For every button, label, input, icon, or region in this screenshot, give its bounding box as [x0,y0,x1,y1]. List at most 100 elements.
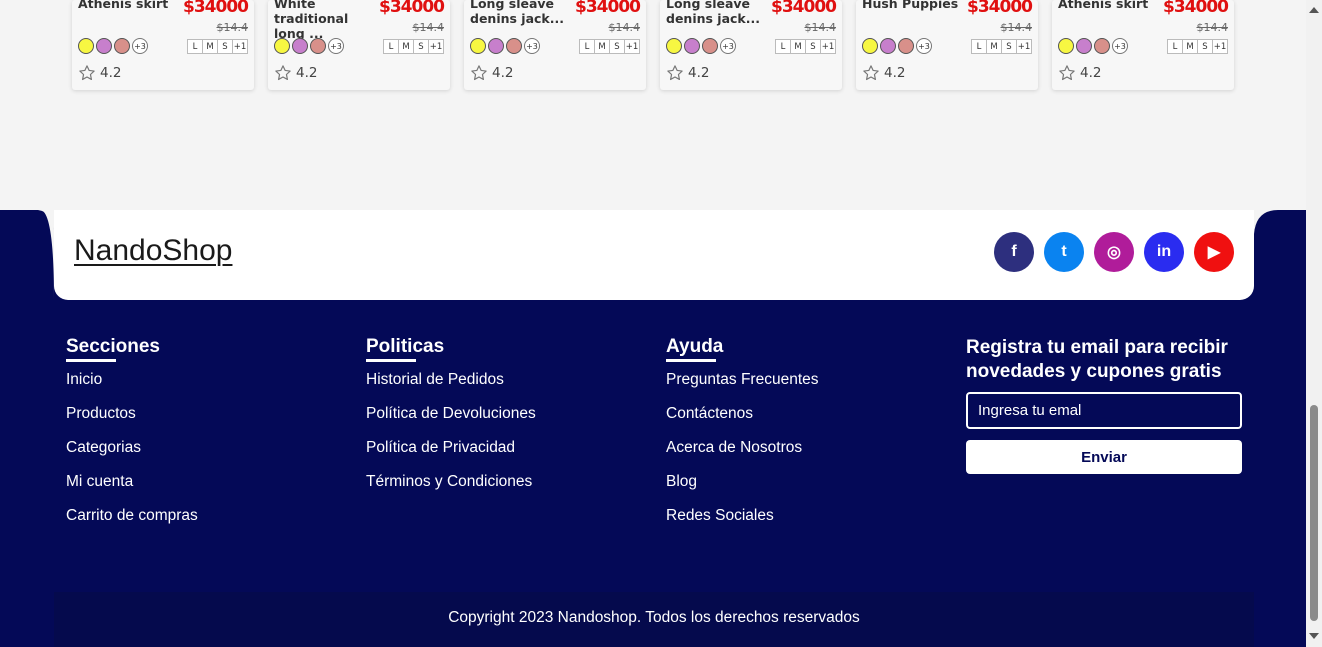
star-icon [1059,65,1075,81]
product-name[interactable]: Hush Puppies [862,0,974,11]
footer-link-help[interactable]: Acerca de Nosotros [666,438,819,472]
youtube-icon[interactable]: ▶ [1194,232,1234,272]
color-swatch[interactable] [96,38,112,54]
product-card[interactable]: White traditional long ... $34000 $14.4 +3 L… [268,0,450,90]
size-option[interactable]: S [805,39,821,54]
size-option[interactable]: L [971,39,987,54]
size-option[interactable]: S [1001,39,1017,54]
footer-link-sections[interactable]: Mi cuenta [66,472,198,506]
linkedin-icon[interactable]: in [1144,232,1184,272]
footer-link-help[interactable]: Contáctenos [666,404,819,438]
footer-link-policies[interactable]: Términos y Condiciones [366,472,536,506]
color-swatch[interactable] [470,38,486,54]
twitter-icon[interactable]: t [1044,232,1084,272]
product-card[interactable]: Athenis skirt $34000 $14.4 +3 L M S +1 4.2 [1052,0,1234,90]
more-colors-badge[interactable]: +3 [132,38,148,54]
size-option[interactable]: L [775,39,791,54]
size-option[interactable]: M [1182,39,1198,54]
star-icon [471,65,487,81]
color-swatch[interactable] [862,38,878,54]
color-swatch[interactable] [898,38,914,54]
footer-link-policies[interactable]: Política de Privacidad [366,438,536,472]
size-options: L M S +1 [971,39,1032,54]
color-swatch[interactable] [702,38,718,54]
product-card[interactable]: Athenis skirt $34000 $14.4 +3 L M S +1 4.2 [72,0,254,90]
footer-right-corner [1254,210,1306,300]
footer-link-policies[interactable]: Historial de Pedidos [366,370,536,404]
size-options: L M S +1 [579,39,640,54]
size-option[interactable]: +1 [428,39,444,54]
size-option[interactable]: S [413,39,429,54]
footer-brand-band: NandoShop f t ◎ in ▶ [54,210,1254,300]
size-option[interactable]: S [609,39,625,54]
color-swatch[interactable] [1076,38,1092,54]
facebook-icon[interactable]: f [994,232,1034,272]
color-swatches: +3 [78,38,148,54]
size-option[interactable]: +1 [820,39,836,54]
product-rating: 4.2 [78,64,121,82]
color-swatch[interactable] [684,38,700,54]
product-name[interactable]: Long sleave denins jack... [470,0,582,26]
more-colors-badge[interactable]: +3 [1112,38,1128,54]
size-option[interactable]: L [579,39,595,54]
size-option[interactable]: M [398,39,414,54]
size-option[interactable]: +1 [624,39,640,54]
footer-link-sections[interactable]: Inicio [66,370,198,404]
product-card[interactable]: Hush Puppies $34000 $14.4 +3 L M S +1 4.2 [856,0,1038,90]
size-option[interactable]: L [187,39,203,54]
scroll-down-arrow-icon[interactable] [1309,633,1319,639]
size-option[interactable]: L [1167,39,1183,54]
more-colors-badge[interactable]: +3 [916,38,932,54]
size-option[interactable]: S [1197,39,1213,54]
footer-link-help[interactable]: Redes Sociales [666,506,819,540]
footer: NandoShop f t ◎ in ▶ Secciones Inicio Product… [0,210,1306,647]
instagram-icon[interactable]: ◎ [1094,232,1134,272]
color-swatch[interactable] [114,38,130,54]
size-option[interactable]: L [383,39,399,54]
footer-link-policies[interactable]: Política de Devoluciones [366,404,536,438]
size-option[interactable]: M [594,39,610,54]
footer-link-sections[interactable]: Carrito de compras [66,506,198,540]
brand-logo-link[interactable]: NandoShop [74,234,232,268]
size-option[interactable]: M [986,39,1002,54]
size-option[interactable]: +1 [1016,39,1032,54]
rating-value: 4.2 [296,65,318,81]
footer-policies-column: Politicas Historial de Pedidos Política d… [366,336,536,506]
size-option[interactable]: +1 [1212,39,1228,54]
scroll-up-arrow-icon[interactable] [1309,7,1319,13]
product-card[interactable]: Long sleave denins jack... $34000 $14.4 +3 L… [464,0,646,90]
color-swatches: +3 [470,38,540,54]
size-option[interactable]: S [217,39,233,54]
footer-link-sections[interactable]: Categorias [66,438,198,472]
color-swatch[interactable] [292,38,308,54]
color-swatch[interactable] [310,38,326,54]
color-swatch[interactable] [506,38,522,54]
color-swatch[interactable] [274,38,290,54]
scrollbar-thumb[interactable] [1310,405,1318,621]
color-swatch[interactable] [1094,38,1110,54]
product-name[interactable]: Athenis skirt [78,0,190,11]
product-card[interactable]: Long sleave denins jack... $34000 $14.4 +3 L… [660,0,842,90]
footer-link-help[interactable]: Blog [666,472,819,506]
more-colors-badge[interactable]: +3 [720,38,736,54]
size-option[interactable]: M [202,39,218,54]
footer-link-help[interactable]: Preguntas Frecuentes [666,370,819,404]
product-price: $34000 [183,0,249,17]
footer-link-sections[interactable]: Productos [66,404,198,438]
newsletter-submit-button[interactable]: Enviar [966,440,1242,474]
color-swatch[interactable] [666,38,682,54]
help-heading: Ayuda [666,336,819,362]
product-name[interactable]: White traditional long ... [274,0,386,41]
page-scrollbar[interactable] [1306,0,1322,647]
more-colors-badge[interactable]: +3 [328,38,344,54]
color-swatch[interactable] [880,38,896,54]
size-option[interactable]: +1 [232,39,248,54]
newsletter-email-input[interactable] [966,392,1242,429]
color-swatch[interactable] [78,38,94,54]
more-colors-badge[interactable]: +3 [524,38,540,54]
color-swatch[interactable] [1058,38,1074,54]
size-option[interactable]: M [790,39,806,54]
product-name[interactable]: Long sleave denins jack... [666,0,778,26]
product-name[interactable]: Athenis skirt [1058,0,1170,11]
color-swatch[interactable] [488,38,504,54]
